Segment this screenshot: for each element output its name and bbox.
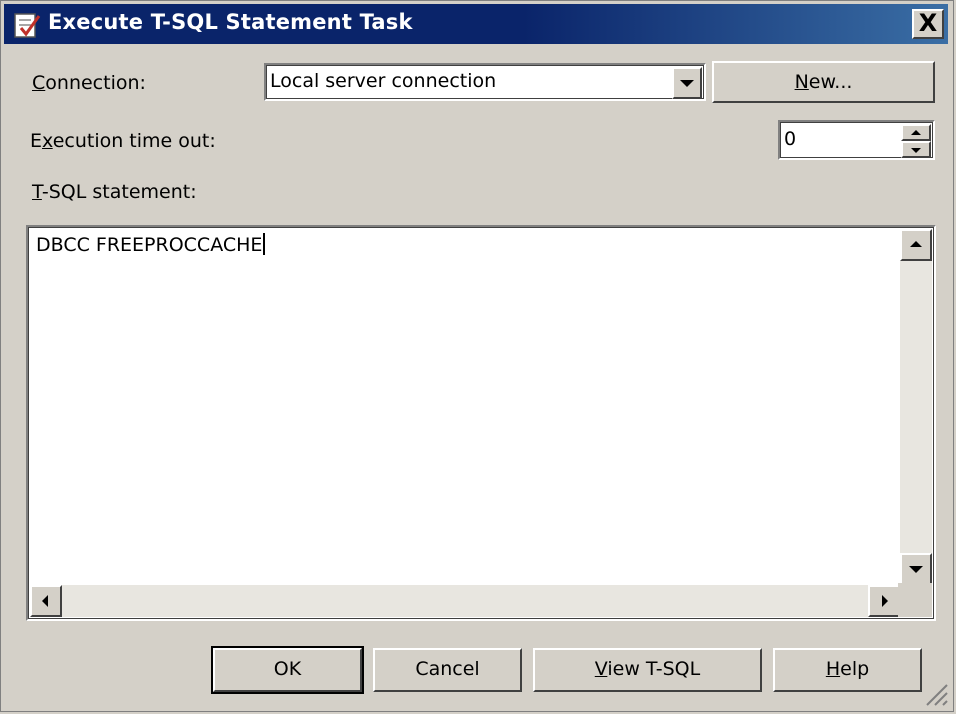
connection-combobox[interactable]: Local server connection (264, 63, 706, 101)
scroll-up-button[interactable] (900, 229, 932, 261)
scroll-left-button[interactable] (30, 585, 62, 617)
statement-label: T-SQL statement: (32, 181, 197, 203)
connection-value: Local server connection (270, 70, 497, 92)
task-icon (14, 13, 41, 38)
arrow-down-icon (911, 147, 921, 153)
scrollbar-corner (898, 583, 932, 617)
close-icon: X (918, 9, 938, 37)
view-tsql-button[interactable]: View T-SQL (533, 648, 762, 692)
resize-grip-icon[interactable] (923, 681, 949, 707)
connection-dropdown-button[interactable] (672, 67, 702, 99)
spin-up-button[interactable] (901, 124, 931, 141)
arrow-down-icon (909, 566, 923, 573)
arrow-up-icon (910, 241, 922, 247)
close-button[interactable]: X (912, 9, 944, 39)
text-caret (263, 233, 266, 255)
spin-down-button[interactable] (901, 141, 931, 158)
dialog-window: Execute T-SQL Statement Task X Connectio… (0, 0, 954, 712)
horizontal-scrollbar[interactable] (30, 585, 900, 617)
statement-editor[interactable]: DBCC FREEPROCCACHE (26, 225, 936, 621)
arrow-up-icon (911, 129, 921, 135)
vertical-scrollbar[interactable] (900, 229, 932, 585)
timeout-label: Execution time out: (30, 130, 216, 152)
window-title: Execute T-SQL Statement Task (48, 10, 413, 34)
scroll-right-button[interactable] (868, 585, 900, 617)
title-bar[interactable]: Execute T-SQL Statement Task X (4, 4, 948, 44)
connection-label: Connection: (32, 72, 146, 94)
help-button[interactable]: Help (773, 648, 922, 692)
timeout-spinner[interactable]: 0 (778, 120, 935, 160)
statement-text: DBCC FREEPROCCACHE (36, 233, 266, 256)
new-connection-button[interactable]: New... (712, 61, 935, 103)
ok-button[interactable]: OK (211, 646, 364, 694)
scroll-down-button[interactable] (900, 553, 932, 585)
cancel-button[interactable]: Cancel (373, 648, 522, 692)
arrow-left-icon (42, 595, 48, 607)
chevron-down-icon (680, 80, 694, 87)
arrow-right-icon (882, 595, 888, 607)
timeout-value: 0 (784, 128, 797, 150)
